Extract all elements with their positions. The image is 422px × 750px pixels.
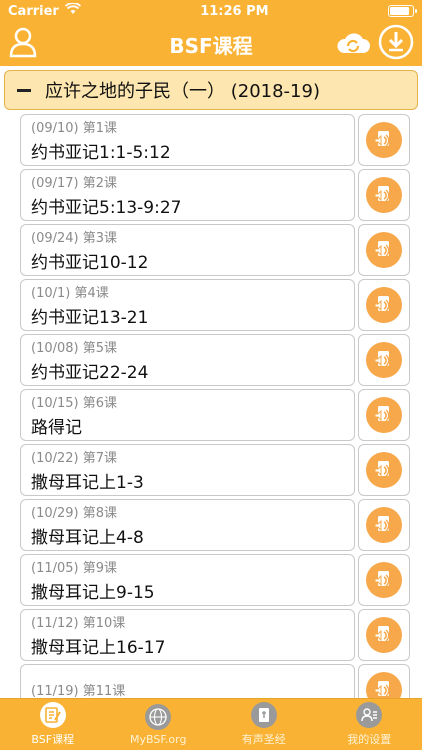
lesson-row: (10/22) 第7课撒母耳记上1-3 — [20, 444, 422, 496]
tab-label: BSF课程 — [31, 733, 75, 746]
lesson-scripture: 撒母耳记上1-3 — [31, 473, 144, 493]
lesson-row: (10/29) 第8课撒母耳记上4-8 — [20, 499, 422, 551]
lesson-date-number: (09/10) 第1课 — [31, 121, 118, 136]
play-audio-button[interactable] — [358, 169, 410, 221]
lesson-date-number: (09/24) 第3课 — [31, 231, 118, 246]
status-time: 11:26 PM — [200, 3, 269, 19]
play-audio-button[interactable] — [358, 609, 410, 661]
lesson-scripture: 约书亚记13-21 — [31, 308, 149, 328]
section-title: 应许之地的子民（一） (2018-19) — [45, 81, 320, 102]
lesson-scripture: 约书亚记22-24 — [31, 363, 149, 383]
user-settings-icon — [356, 702, 383, 728]
tab-label: 有声圣经 — [241, 733, 286, 746]
tab-edit-document[interactable]: BSF课程 — [0, 702, 106, 747]
battery-icon — [387, 5, 417, 17]
lesson-card[interactable]: (11/05) 第9课撒母耳记上9-15 — [20, 554, 355, 606]
lesson-row: (10/1) 第4课约书亚记13-21 — [20, 279, 422, 331]
download-icon — [378, 24, 414, 64]
play-audio-button[interactable] — [358, 334, 410, 386]
audio-speaker-icon — [366, 232, 402, 268]
download-button[interactable] — [378, 24, 414, 64]
navigation-bar: BSF课程 — [0, 22, 422, 66]
lesson-scripture: 约书亚记1:1-5:12 — [31, 143, 171, 163]
lesson-scripture: 撒母耳记上9-15 — [31, 583, 155, 603]
audio-speaker-icon — [366, 342, 402, 378]
lesson-card[interactable]: (10/08) 第5课约书亚记22-24 — [20, 334, 355, 386]
lesson-scripture: 撒母耳记上16-17 — [31, 638, 166, 658]
tab-label: MyBSF.org — [130, 732, 187, 746]
status-bar: Carrier 11:26 PM — [0, 0, 422, 22]
lesson-date-number: (10/08) 第5课 — [31, 341, 118, 356]
tab-bar: BSF课程 MyBSF.org 有声圣经 我的设置 — [0, 698, 422, 750]
collapse-minus-icon — [17, 88, 31, 92]
lesson-scripture: 撒母耳记上4-8 — [31, 528, 144, 548]
lesson-row: (09/10) 第1课约书亚记1:1-5:12 — [20, 114, 422, 166]
tab-user-settings[interactable]: 我的设置 — [317, 702, 422, 747]
tab-globe-www[interactable]: MyBSF.org — [106, 703, 212, 746]
lesson-card[interactable]: (10/15) 第6课路得记 — [20, 389, 355, 441]
tab-label: 我的设置 — [347, 733, 392, 746]
lesson-card[interactable]: (09/24) 第3课约书亚记10-12 — [20, 224, 355, 276]
play-audio-button[interactable] — [358, 224, 410, 276]
play-audio-button[interactable] — [358, 114, 410, 166]
audio-speaker-icon — [366, 177, 402, 213]
lesson-row: (09/24) 第3课约书亚记10-12 — [20, 224, 422, 276]
audio-speaker-icon — [366, 397, 402, 433]
user-profile-icon — [8, 26, 38, 62]
audio-speaker-icon — [366, 122, 402, 158]
lesson-row: (11/12) 第10课撒母耳记上16-17 — [20, 609, 422, 661]
lesson-date-number: (11/19) 第11课 — [31, 683, 126, 699]
lesson-row: (09/17) 第2课约书亚记5:13-9:27 — [20, 169, 422, 221]
lesson-date-number: (11/05) 第9课 — [31, 561, 118, 576]
course-section-header[interactable]: 应许之地的子民（一） (2018-19) — [4, 70, 418, 110]
lesson-card[interactable]: (11/12) 第10课撒母耳记上16-17 — [20, 609, 355, 661]
lesson-date-number: (10/15) 第6课 — [31, 396, 118, 411]
lesson-card[interactable]: (09/17) 第2课约书亚记5:13-9:27 — [20, 169, 355, 221]
lesson-row: (10/08) 第5课约书亚记22-24 — [20, 334, 422, 386]
audio-speaker-icon — [366, 562, 402, 598]
globe-www-icon — [145, 703, 172, 730]
cloud-sync-icon — [336, 29, 370, 59]
play-audio-button[interactable] — [358, 499, 410, 551]
lesson-date-number: (10/22) 第7课 — [31, 451, 118, 466]
play-audio-button[interactable] — [358, 279, 410, 331]
play-audio-button[interactable] — [358, 444, 410, 496]
cloud-sync-button[interactable] — [336, 29, 370, 59]
audio-speaker-icon — [366, 617, 402, 653]
lesson-scripture: 约书亚记10-12 — [31, 253, 149, 273]
edit-document-icon — [39, 702, 66, 728]
lesson-date-number: (10/29) 第8课 — [31, 506, 118, 521]
play-audio-button[interactable] — [358, 389, 410, 441]
lesson-row: (10/15) 第6课路得记 — [20, 389, 422, 441]
tab-audio-bible[interactable]: 有声圣经 — [211, 702, 317, 747]
audio-speaker-icon — [366, 507, 402, 543]
lesson-list: (09/10) 第1课 约书亚记1:1-5:12 (09/17) 第2课 约书亚记5:… — [0, 114, 422, 716]
lesson-date-number: (10/1) 第4课 — [31, 286, 109, 301]
lesson-card[interactable]: (10/1) 第4课约书亚记13-21 — [20, 279, 355, 331]
audio-speaker-icon — [366, 452, 402, 488]
lesson-scripture: 路得记 — [31, 418, 82, 438]
lesson-row: (11/05) 第9课撒母耳记上9-15 — [20, 554, 422, 606]
lesson-date-number: (09/17) 第2课 — [31, 176, 118, 191]
carrier-label: Carrier — [8, 3, 59, 19]
lesson-card[interactable]: (10/22) 第7课撒母耳记上1-3 — [20, 444, 355, 496]
profile-button[interactable] — [8, 26, 38, 62]
lesson-card[interactable]: (10/29) 第8课撒母耳记上4-8 — [20, 499, 355, 551]
play-audio-button[interactable] — [358, 554, 410, 606]
wifi-icon — [64, 2, 81, 19]
lesson-card[interactable]: (09/10) 第1课约书亚记1:1-5:12 — [20, 114, 355, 166]
audio-bible-icon — [250, 702, 277, 728]
lesson-date-number: (11/12) 第10课 — [31, 616, 126, 631]
audio-speaker-icon — [366, 287, 402, 323]
lesson-scripture: 约书亚记5:13-9:27 — [31, 198, 182, 218]
